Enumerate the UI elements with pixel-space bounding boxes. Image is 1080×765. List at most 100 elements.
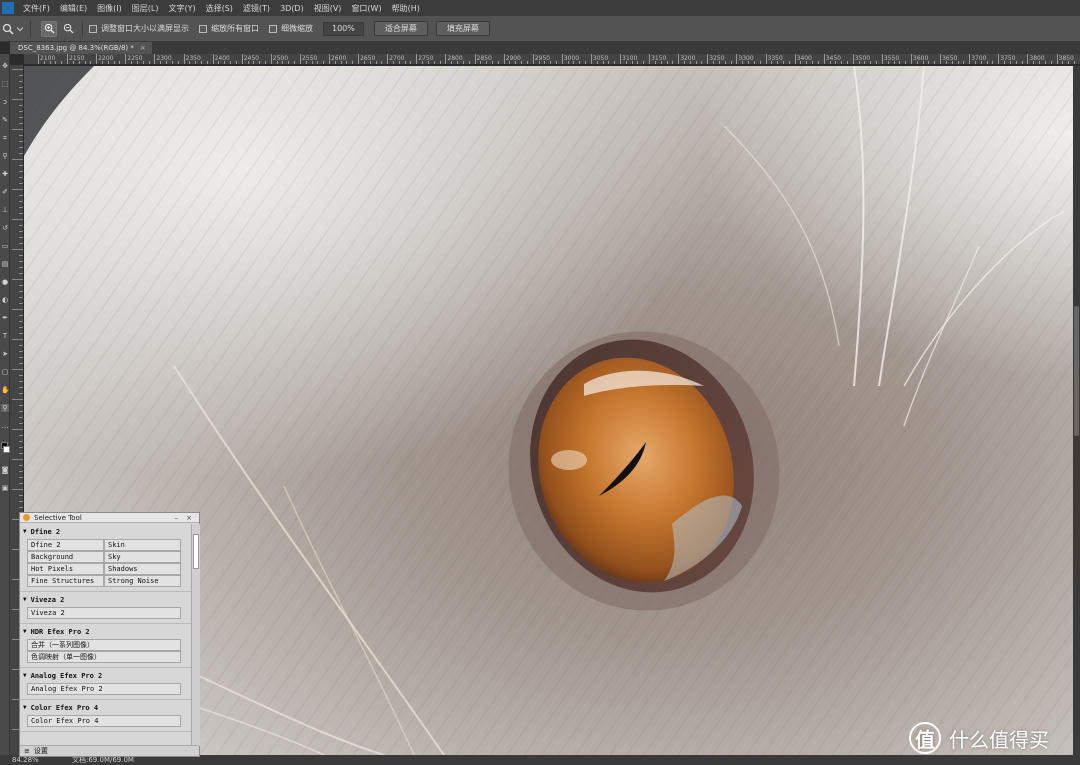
hdr-tonemap-button[interactable]: 色调映射（单一图像） — [27, 651, 181, 663]
ruler-tick — [881, 54, 883, 64]
chevron-down-icon[interactable] — [16, 21, 24, 37]
checkbox-box[interactable] — [269, 24, 277, 33]
checkbox-box[interactable] — [199, 24, 207, 33]
collapse-triangle-icon[interactable]: ▼ — [23, 628, 27, 635]
ruler-tick — [311, 61, 313, 64]
section-header[interactable]: ▼ Dfine 2 — [23, 526, 187, 537]
healing-brush-tool-icon[interactable]: ✚ — [1, 170, 9, 178]
clone-stamp-tool-icon[interactable]: ⊥ — [1, 206, 9, 214]
ps-logo-icon[interactable] — [2, 2, 14, 14]
shape-tool-icon[interactable]: ▢ — [1, 368, 9, 376]
dodge-tool-icon[interactable]: ◐ — [1, 296, 9, 304]
fill-screen-button[interactable]: 填充屏幕 — [435, 21, 490, 36]
ruler-tick — [852, 54, 854, 64]
ruler-label: 3650 — [942, 55, 958, 62]
settings-icon[interactable]: ≡ — [24, 747, 30, 755]
analog-efex-button[interactable]: Analog Efex Pro 2 — [27, 683, 181, 695]
dfine-button[interactable]: Dfine 2 — [27, 539, 104, 551]
panel-scrollbar-thumb[interactable] — [193, 534, 199, 569]
ruler-tick — [730, 61, 732, 64]
zoom-percent-field[interactable]: 100% — [323, 21, 364, 36]
sky-button[interactable]: Sky — [104, 551, 181, 563]
path-select-tool-icon[interactable]: ➤ — [1, 350, 9, 358]
section-header[interactable]: ▼ Analog Efex Pro 2 — [23, 670, 187, 681]
panel-footer[interactable]: ≡ 设置 — [20, 745, 199, 756]
eraser-tool-icon[interactable]: ▭ — [1, 242, 9, 250]
checkbox-box[interactable] — [89, 24, 97, 33]
blur-tool-icon[interactable]: ● — [1, 278, 9, 286]
zoom-all-windows-checkbox[interactable]: 缩放所有窗口 — [199, 23, 259, 34]
crop-tool-icon[interactable]: ⌗ — [1, 134, 9, 142]
section-color-efex: ▼ Color Efex Pro 4 Color Efex Pro 4 — [20, 700, 191, 732]
skin-button[interactable]: Skin — [104, 539, 181, 551]
document-tab[interactable]: DSC_8363.jpg @ 84.3%(RGB/8) * × — [10, 42, 152, 54]
move-tool-icon[interactable]: ✥ — [1, 62, 9, 70]
background-color-swatch[interactable] — [3, 446, 10, 453]
hot-pixels-button[interactable]: Hot Pixels — [27, 563, 104, 575]
strong-noise-button[interactable]: Strong Noise — [104, 575, 181, 587]
zoom-in-button[interactable] — [41, 20, 57, 37]
panel-window-controls[interactable]: – × — [174, 514, 195, 522]
fit-screen-button[interactable]: 适合屏幕 — [373, 21, 428, 36]
history-brush-tool-icon[interactable]: ↺ — [1, 224, 9, 232]
menu-edit[interactable]: 编辑(E) — [55, 3, 92, 14]
collapse-triangle-icon[interactable]: ▼ — [23, 528, 27, 535]
quick-mask-icon[interactable]: ◙ — [1, 466, 9, 474]
panel-scrollbar[interactable] — [191, 524, 200, 746]
canvas-vertical-scrollbar[interactable] — [1073, 66, 1080, 755]
ruler-tick — [503, 54, 505, 64]
ruler-tick — [305, 61, 307, 64]
hdr-merge-button[interactable]: 合并（一系列图像） — [27, 639, 181, 651]
background-button[interactable]: Background — [27, 551, 104, 563]
collapse-triangle-icon[interactable]: ▼ — [23, 672, 27, 679]
ruler-tick — [113, 61, 115, 64]
more-tools-icon[interactable]: … — [1, 422, 9, 430]
marquee-tool-icon[interactable]: ⬚ — [1, 80, 9, 88]
zoom-tool-preset-icon[interactable] — [0, 21, 16, 37]
section-header[interactable]: ▼ Viveza 2 — [23, 594, 187, 605]
ruler-tick — [753, 61, 755, 64]
close-tab-icon[interactable]: × — [140, 44, 146, 52]
section-header[interactable]: ▼ HDR Efex Pro 2 — [23, 626, 187, 637]
pen-tool-icon[interactable]: ✒ — [1, 314, 9, 322]
viveza-button[interactable]: Viveza 2 — [27, 607, 181, 619]
resize-windows-checkbox[interactable]: 调整窗口大小以满屏显示 — [89, 23, 189, 34]
menu-view[interactable]: 视图(V) — [309, 3, 347, 14]
ruler-tick — [160, 61, 162, 64]
menu-file[interactable]: 文件(F) — [18, 3, 55, 14]
menu-help[interactable]: 帮助(H) — [387, 3, 425, 14]
collapse-triangle-icon[interactable]: ▼ — [23, 704, 27, 711]
ruler-tick — [590, 54, 592, 64]
gradient-tool-icon[interactable]: ▤ — [1, 260, 9, 268]
menu-window[interactable]: 窗口(W) — [346, 3, 386, 14]
screen-mode-icon[interactable]: ▣ — [1, 484, 9, 492]
lasso-tool-icon[interactable]: ↄ — [1, 98, 9, 106]
menu-filter[interactable]: 滤镜(T) — [238, 3, 275, 14]
type-tool-icon[interactable]: T — [1, 332, 9, 340]
collapse-triangle-icon[interactable]: ▼ — [23, 596, 27, 603]
menu-image[interactable]: 图像(I) — [92, 3, 127, 14]
horizontal-ruler[interactable]: 2100 2150 2200 2250 2300 2350 2400 2450 2500 2550… — [24, 54, 1080, 65]
ruler-tick — [922, 61, 924, 64]
shadows-button[interactable]: Shadows — [104, 563, 181, 575]
eyedropper-tool-icon[interactable]: ⚲ — [1, 152, 9, 160]
menu-type[interactable]: 文字(Y) — [163, 3, 200, 14]
brush-tool-icon[interactable]: ✐ — [1, 188, 9, 196]
scrollbar-thumb[interactable] — [1074, 306, 1079, 436]
menu-select[interactable]: 选择(S) — [201, 3, 238, 14]
panel-titlebar[interactable]: Selective Tool – × — [20, 513, 199, 523]
quick-select-tool-icon[interactable]: ✎ — [1, 116, 9, 124]
color-efex-button[interactable]: Color Efex Pro 4 — [27, 715, 181, 727]
ruler-tick — [369, 61, 371, 64]
zoom-tool-icon[interactable]: ⚲ — [1, 404, 9, 412]
ruler-tick — [1033, 61, 1035, 64]
hand-tool-icon[interactable]: ✋ — [1, 386, 10, 394]
zoom-level[interactable]: 84.28% — [12, 756, 62, 764]
zoom-out-button[interactable] — [60, 21, 76, 37]
menu-layer[interactable]: 图层(L) — [127, 3, 164, 14]
section-header[interactable]: ▼ Color Efex Pro 4 — [23, 702, 187, 713]
fine-structures-button[interactable]: Fine Structures — [27, 575, 104, 587]
menu-3d[interactable]: 3D(D) — [275, 4, 309, 13]
ruler-tick — [620, 54, 621, 64]
scrubby-zoom-checkbox[interactable]: 细微缩放 — [269, 23, 313, 34]
